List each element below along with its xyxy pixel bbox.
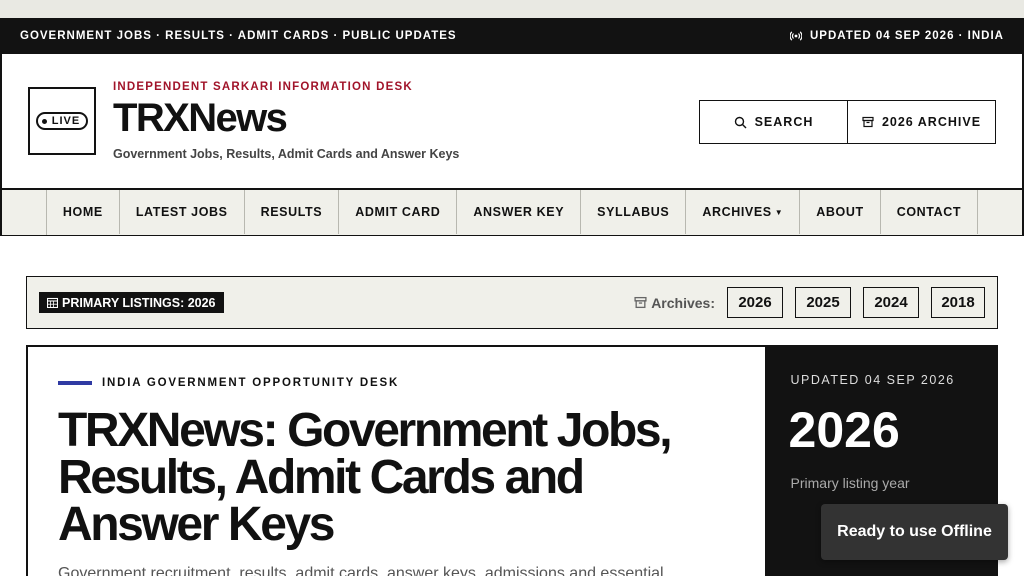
nav-label: ADMIT CARD <box>355 205 441 219</box>
primary-listings-label: PRIMARY LISTINGS: 2026 <box>62 295 216 310</box>
archive-2026-button[interactable]: 2026 ARCHIVE <box>848 101 995 143</box>
nav-label: ABOUT <box>816 205 864 219</box>
year-button-2026[interactable]: 2026 <box>727 287 783 318</box>
search-button-label: SEARCH <box>754 115 814 129</box>
nav-label: RESULTS <box>260 205 323 219</box>
side-updated: UPDATED 04 SEP 2026 <box>790 373 955 387</box>
archive-button-label: 2026 ARCHIVE <box>881 115 982 129</box>
browser-top-strip <box>0 0 1024 18</box>
hero-main: INDIA GOVERNMENT OPPORTUNITY DESK TRXNew… <box>28 347 765 576</box>
caret-down-icon: ▼ <box>774 207 784 217</box>
archives-label: Archives: <box>634 295 715 311</box>
listing-bar: PRIMARY LISTINGS: 2026 Archives: 2026 20… <box>26 276 998 329</box>
archive-years: Archives: 2026 2025 2024 2018 <box>634 287 985 318</box>
nav-item-about[interactable]: ABOUT <box>800 190 881 234</box>
main-nav: HOME LATEST JOBS RESULTS ADMIT CARD ANSW… <box>0 190 1024 236</box>
year-button-2018[interactable]: 2018 <box>931 287 985 318</box>
archive-box-icon <box>862 116 874 128</box>
nav-label: ANSWER KEY <box>473 205 565 219</box>
nav-item-results[interactable]: RESULTS <box>245 190 340 234</box>
desk-label: INDIA GOVERNMENT OPPORTUNITY DESK <box>58 377 399 389</box>
side-caption: Primary listing year <box>790 475 910 491</box>
primary-listings-badge: PRIMARY LISTINGS: 2026 <box>39 292 224 313</box>
accent-rule <box>58 381 92 385</box>
nav-item-archives[interactable]: ARCHIVES ▼ <box>686 190 801 234</box>
nav-label: SYLLABUS <box>597 205 670 219</box>
nav-label: ARCHIVES <box>702 205 772 219</box>
search-button[interactable]: SEARCH <box>700 101 848 143</box>
calendar-icon <box>47 297 58 308</box>
nav-list: HOME LATEST JOBS RESULTS ADMIT CARD ANSW… <box>45 190 979 235</box>
site-tagline: Government Jobs, Results, Admit Cards an… <box>113 147 460 161</box>
hero-title: TRXNews: Government Jobs, Results, Admit… <box>58 404 673 551</box>
nav-item-admit-card[interactable]: ADMIT CARD <box>339 190 458 234</box>
site-title[interactable]: TRXNews <box>113 95 459 141</box>
nav-item-contact[interactable]: CONTACT <box>881 190 979 234</box>
nav-item-answer-key[interactable]: ANSWER KEY <box>457 190 582 234</box>
search-icon <box>734 116 747 128</box>
archive-box-icon <box>634 296 647 309</box>
ticker-right: UPDATED 04 SEP 2026 · INDIA <box>789 30 1004 42</box>
brand-block: INDEPENDENT SARKARI INFORMATION DESK TRX… <box>113 81 459 161</box>
nav-label: CONTACT <box>896 205 962 219</box>
desk-label-text: INDIA GOVERNMENT OPPORTUNITY DESK <box>102 377 400 389</box>
nav-label: LATEST JOBS <box>135 205 228 219</box>
live-logo[interactable]: LIVE <box>28 87 96 155</box>
hero-description: Government recruitment, results, admit c… <box>58 565 664 576</box>
ticker-left-text: GOVERNMENT JOBS · RESULTS · ADMIT CARDS … <box>20 30 457 42</box>
masthead: LIVE INDEPENDENT SARKARI INFORMATION DES… <box>0 54 1024 190</box>
nav-item-syllabus[interactable]: SYLLABUS <box>581 190 687 234</box>
nav-label: HOME <box>62 205 103 219</box>
live-badge: LIVE <box>35 112 89 130</box>
nav-item-home[interactable]: HOME <box>47 190 120 234</box>
nav-item-latest-jobs[interactable]: LATEST JOBS <box>120 190 245 234</box>
brand-kicker: INDEPENDENT SARKARI INFORMATION DESK <box>113 81 413 93</box>
header-actions: SEARCH 2026 ARCHIVE <box>699 100 996 144</box>
broadcast-icon <box>789 31 802 41</box>
top-ticker-bar: GOVERNMENT JOBS · RESULTS · ADMIT CARDS … <box>0 18 1024 54</box>
year-button-2025[interactable]: 2025 <box>795 287 851 318</box>
year-button-2024[interactable]: 2024 <box>863 287 919 318</box>
side-year: 2026 <box>788 402 900 458</box>
archives-label-text: Archives: <box>651 294 715 311</box>
ticker-updated-text: UPDATED 04 SEP 2026 · INDIA <box>809 30 1004 42</box>
offline-toast[interactable]: Ready to use Offline <box>821 504 1008 560</box>
